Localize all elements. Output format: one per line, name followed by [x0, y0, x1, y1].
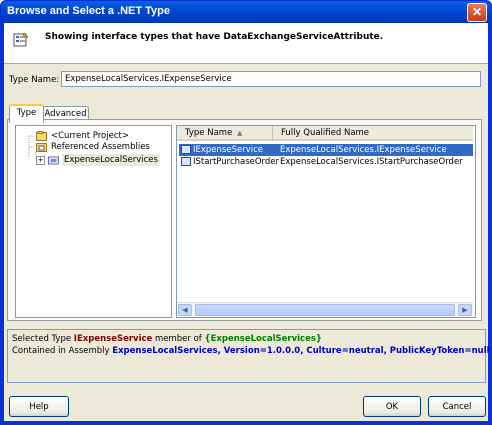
- interface-icon: [181, 145, 191, 154]
- project-icon: [36, 131, 47, 141]
- info-text: Contained in Assembly: [12, 346, 113, 356]
- selected-type-name: IExpenseService: [73, 334, 153, 344]
- type-name-cell: IStartPurchaseOrder: [193, 157, 280, 167]
- browse-type-dialog: Browse and Select a .NET Type ✕ Showing …: [0, 0, 492, 425]
- assembly-tree[interactable]: <Current Project> Referenced Assemblies …: [15, 125, 172, 318]
- tree-item-label: Referenced Assemblies: [51, 142, 150, 152]
- sort-ascending-icon: ▲: [237, 129, 243, 137]
- header-text: Showing interface types that have DataEx…: [45, 32, 384, 42]
- header-panel: Showing interface types that have DataEx…: [4, 23, 488, 64]
- type-name-cell: IExpenseService: [193, 145, 263, 155]
- types-grid[interactable]: Type Name ▲ Fully Qualified Name IExpens…: [176, 125, 476, 318]
- ok-button[interactable]: OK: [363, 396, 421, 417]
- dialog-client: Showing interface types that have DataEx…: [4, 23, 490, 421]
- assembly-icon: [48, 156, 59, 165]
- browse-type-icon: [13, 32, 29, 47]
- window-title: Browse and Select a .NET Type: [7, 5, 171, 17]
- tree-item-label: ExpenseLocalServices: [62, 154, 160, 166]
- qualified-name-cell: ExpenseLocalServices.IStartPurchaseOrder: [280, 157, 463, 167]
- assembly-name: ExpenseLocalServices, Version=1.0.0.0, C…: [112, 346, 490, 356]
- info-text: member of: [152, 334, 205, 344]
- qualified-name-cell: ExpenseLocalServices.IExpenseService: [280, 145, 447, 155]
- column-header-fully-qualified-name[interactable]: Fully Qualified Name: [273, 126, 473, 141]
- assembly-line: Contained in Assembly ExpenseLocalServic…: [12, 346, 490, 356]
- close-button[interactable]: ✕: [467, 3, 487, 22]
- column-label: Fully Qualified Name: [281, 128, 370, 138]
- help-button[interactable]: Help: [9, 396, 69, 417]
- tab-type[interactable]: Type: [9, 104, 44, 123]
- expand-icon[interactable]: +: [36, 156, 45, 165]
- namespace-name: {ExpenseLocalServices}: [204, 334, 322, 344]
- scroll-thumb[interactable]: [195, 304, 455, 316]
- cancel-button[interactable]: Cancel: [428, 396, 486, 417]
- table-row[interactable]: IStartPurchaseOrder ExpenseLocalServices…: [179, 156, 473, 168]
- selected-type-line: Selected Type IExpenseService member of …: [12, 334, 322, 344]
- references-icon: [36, 143, 47, 152]
- info-text: Selected Type: [12, 334, 74, 344]
- interface-icon: [181, 157, 191, 166]
- title-bar[interactable]: Browse and Select a .NET Type ✕: [1, 1, 491, 23]
- column-header-type-name[interactable]: Type Name ▲: [177, 126, 273, 141]
- horizontal-scrollbar[interactable]: ◀ ▶: [177, 302, 473, 317]
- table-row[interactable]: IExpenseService ExpenseLocalServices.IEx…: [179, 144, 473, 156]
- type-tab-panel: <Current Project> Referenced Assemblies …: [7, 119, 482, 321]
- type-name-input[interactable]: [61, 71, 481, 87]
- selection-info-panel: Selected Type IExpenseService member of …: [7, 329, 490, 383]
- type-name-label: Type Name:: [9, 75, 60, 85]
- scroll-left-button[interactable]: ◀: [178, 304, 192, 316]
- scroll-right-button[interactable]: ▶: [458, 304, 472, 316]
- column-label: Type Name: [185, 128, 233, 138]
